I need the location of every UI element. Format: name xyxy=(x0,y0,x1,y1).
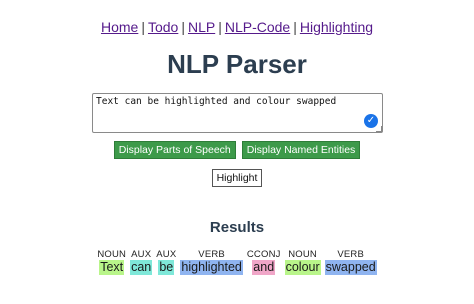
nav-link-nlp-code[interactable]: NLP-Code xyxy=(225,19,290,35)
token: VERB highlighted xyxy=(180,249,243,275)
token-list: NOUN Text AUX can AUX be VERB highlighte… xyxy=(0,249,474,275)
pos-tag: NOUN xyxy=(288,249,317,260)
page: Home | Todo | NLP | NLP-Code | Highlighting NLP … xyxy=(0,0,474,304)
results-title: Results xyxy=(209,219,265,236)
pos-tag: VERB xyxy=(198,249,225,260)
nav-separator: | xyxy=(218,19,222,35)
pos-tag: AUX xyxy=(131,249,152,260)
token-word: and xyxy=(252,260,276,275)
token-word: highlighted xyxy=(180,260,243,275)
resize-handle-icon[interactable] xyxy=(376,126,382,132)
page-title: NLP Parser xyxy=(167,49,307,79)
token: CCONJ and xyxy=(247,249,281,275)
nav-separator: | xyxy=(293,19,297,35)
display-pos-button[interactable]: Display Parts of Speech xyxy=(113,141,236,159)
token: NOUN Text xyxy=(97,249,126,275)
token-word: can xyxy=(130,260,153,275)
token-word: Text xyxy=(99,260,125,275)
pos-tag: AUX xyxy=(156,249,177,260)
token: AUX can xyxy=(130,249,153,275)
token: VERB swapped xyxy=(324,249,377,275)
display-entities-button[interactable]: Display Named Entities xyxy=(241,141,361,159)
pos-tag: CCONJ xyxy=(246,249,281,260)
highlight-button[interactable]: Highlight xyxy=(211,169,263,187)
token-word: swapped xyxy=(324,260,377,275)
action-buttons: Display Parts of Speech Display Named En… xyxy=(0,141,474,159)
nav-separator: | xyxy=(141,19,145,35)
top-nav: Home | Todo | NLP | NLP-Code | Highlighting xyxy=(0,19,474,35)
token: AUX be xyxy=(156,249,176,275)
nav-link-todo[interactable]: Todo xyxy=(148,19,178,35)
token-word: colour xyxy=(284,260,321,275)
nav-link-home[interactable]: Home xyxy=(101,19,138,35)
text-input-wrapper: Text can be highlighted and colour swapp… xyxy=(92,93,383,133)
pos-tag: VERB xyxy=(337,249,364,260)
pos-tag: NOUN xyxy=(97,249,127,260)
text-input[interactable]: Text can be highlighted and colour swapp… xyxy=(92,93,383,133)
token-word: be xyxy=(158,260,175,275)
highlight-row: Highlight xyxy=(0,168,474,187)
nav-link-highlighting[interactable]: Highlighting xyxy=(300,19,373,35)
token: NOUN colour xyxy=(284,249,321,275)
nav-separator: | xyxy=(181,19,185,35)
nav-link-nlp[interactable]: NLP xyxy=(188,19,215,35)
